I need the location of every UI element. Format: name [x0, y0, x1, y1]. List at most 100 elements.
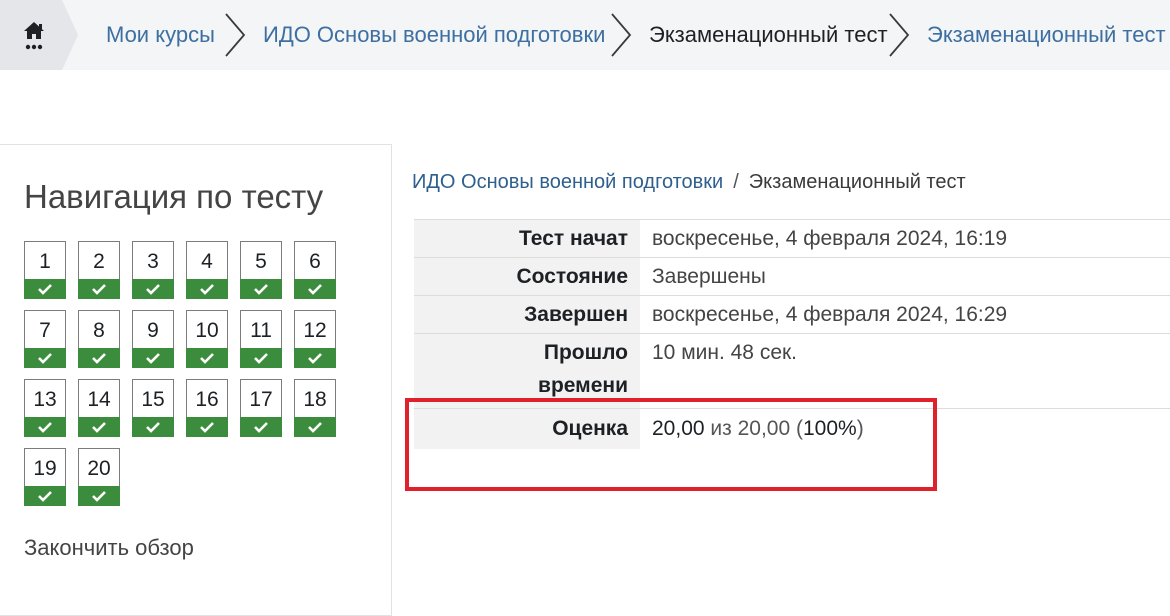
check-icon — [146, 353, 160, 364]
question-correct-flag — [240, 348, 282, 368]
question-number: 17 — [249, 388, 273, 411]
path-quiz: Экзаменационный тест — [748, 171, 966, 193]
question-correct-flag — [24, 486, 66, 506]
question-nav-button[interactable]: 9 — [132, 310, 174, 368]
question-number: 10 — [195, 319, 219, 342]
check-icon — [254, 353, 268, 364]
breadcrumb: Мои курсы ИДО Основы военной подготовки … — [0, 0, 1170, 70]
question-correct-flag — [78, 417, 120, 437]
check-icon — [92, 491, 106, 502]
question-number: 11 — [250, 319, 272, 342]
time-taken-label: Прошло времени — [414, 334, 640, 408]
check-icon — [38, 353, 52, 364]
question-number: 12 — [303, 319, 327, 342]
summary-row-completed: Завершен воскресенье, 4 февраля 2024, 16… — [414, 295, 1170, 333]
question-number: 14 — [87, 388, 111, 411]
question-nav-button[interactable]: 14 — [78, 379, 120, 437]
summary-row-started: Тест начат воскресенье, 4 февраля 2024, … — [414, 219, 1170, 257]
breadcrumb-my-courses[interactable]: Мои курсы — [106, 20, 215, 50]
question-correct-flag — [132, 417, 174, 437]
question-nav-button[interactable]: 18 — [294, 379, 336, 437]
question-number: 5 — [255, 250, 267, 273]
started-value: воскресенье, 4 февраля 2024, 16:19 — [652, 227, 1008, 250]
question-number: 18 — [303, 388, 327, 411]
time-taken-label-line1: Прошло — [543, 341, 628, 364]
question-correct-flag — [186, 417, 228, 437]
breadcrumb-course[interactable]: ИДО Основы военной подготовки — [263, 20, 605, 50]
home-icon — [24, 22, 44, 50]
question-correct-flag — [186, 348, 228, 368]
question-nav-button[interactable]: 15 — [132, 379, 174, 437]
question-correct-flag — [186, 279, 228, 299]
breadcrumb-quiz-section: Экзаменационный тест — [649, 22, 888, 47]
question-nav-button[interactable]: 13 — [24, 379, 66, 437]
question-nav-button[interactable]: 17 — [240, 379, 282, 437]
home-tab-arrow — [62, 0, 78, 70]
summary-row-state: Состояние Завершены — [414, 257, 1170, 295]
finish-review-link[interactable]: Закончить обзор — [24, 533, 194, 563]
state-label: Состояние — [414, 258, 640, 295]
question-number: 7 — [39, 319, 51, 342]
started-label: Тест начат — [414, 220, 640, 257]
question-nav-button[interactable]: 16 — [186, 379, 228, 437]
check-icon — [146, 422, 160, 433]
quiz-navigation-title: Навигация по тесту — [24, 178, 324, 215]
check-icon — [146, 284, 160, 295]
question-nav-button[interactable]: 12 — [294, 310, 336, 368]
check-icon — [254, 422, 268, 433]
home-button[interactable] — [0, 0, 62, 70]
question-nav-button[interactable]: 6 — [294, 241, 336, 299]
check-icon — [200, 284, 214, 295]
question-number: 20 — [87, 457, 111, 480]
check-icon — [308, 422, 322, 433]
question-nav-button[interactable]: 11 — [240, 310, 282, 368]
check-icon — [254, 284, 268, 295]
question-nav-button[interactable]: 2 — [78, 241, 120, 299]
check-icon — [38, 284, 52, 295]
question-nav-button[interactable]: 20 — [78, 448, 120, 506]
question-correct-flag — [78, 348, 120, 368]
check-icon — [92, 422, 106, 433]
question-correct-flag — [24, 417, 66, 437]
question-correct-flag — [294, 279, 336, 299]
question-correct-flag — [240, 279, 282, 299]
check-icon — [200, 422, 214, 433]
question-correct-flag — [294, 348, 336, 368]
question-correct-flag — [294, 417, 336, 437]
time-taken-label-line2: времени — [538, 374, 628, 397]
page-path: ИДО Основы военной подготовки / Экзаменаци… — [412, 168, 966, 196]
question-number: 13 — [33, 388, 57, 411]
question-number: 9 — [147, 319, 159, 342]
check-icon — [308, 284, 322, 295]
question-correct-flag — [24, 279, 66, 299]
summary-row-time-taken: Прошло времени 10 мин. 48 сек. — [414, 333, 1170, 408]
question-nav-button[interactable]: 3 — [132, 241, 174, 299]
question-number: 6 — [309, 250, 321, 273]
question-nav-button[interactable]: 8 — [78, 310, 120, 368]
chevron-right-icon — [889, 13, 910, 57]
question-number: 15 — [141, 388, 165, 411]
question-number: 16 — [195, 388, 219, 411]
question-nav-button[interactable]: 7 — [24, 310, 66, 368]
state-value: Завершены — [652, 265, 766, 288]
question-nav-button[interactable]: 4 — [186, 241, 228, 299]
question-number: 1 — [39, 250, 51, 273]
question-number: 8 — [93, 319, 105, 342]
completed-label: Завершен — [414, 296, 640, 333]
question-nav-button[interactable]: 19 — [24, 448, 66, 506]
chevron-right-icon — [225, 13, 246, 57]
check-icon — [92, 353, 106, 364]
question-nav-button[interactable]: 10 — [186, 310, 228, 368]
chevron-right-icon — [611, 13, 632, 57]
question-nav-button[interactable]: 5 — [240, 241, 282, 299]
grade-highlight-box — [405, 398, 937, 491]
question-correct-flag — [78, 486, 120, 506]
path-course-link[interactable]: ИДО Основы военной подготовки — [412, 171, 723, 193]
question-correct-flag — [132, 279, 174, 299]
question-nav-button[interactable]: 1 — [24, 241, 66, 299]
check-icon — [308, 353, 322, 364]
question-correct-flag — [78, 279, 120, 299]
breadcrumb-quiz[interactable]: Экзаменационный тест — [927, 20, 1166, 50]
question-number: 19 — [33, 457, 57, 480]
time-taken-value: 10 мин. 48 сек. — [652, 341, 798, 364]
